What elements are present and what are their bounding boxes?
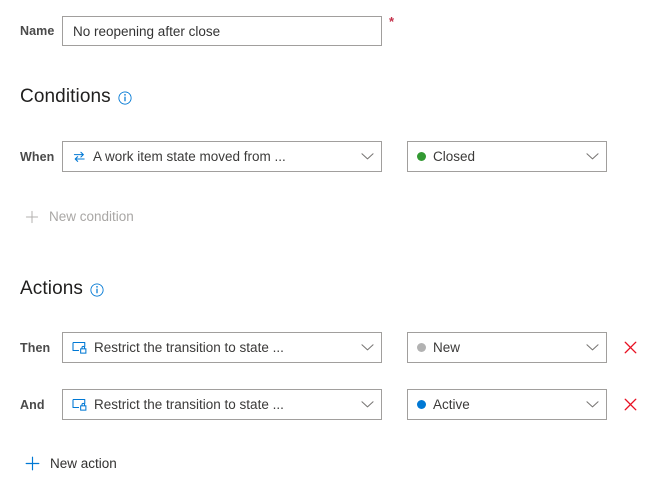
name-input[interactable]: No reopening after close [62, 16, 382, 46]
delete-action-button[interactable] [619, 394, 641, 416]
new-condition-button[interactable]: New condition [25, 209, 134, 224]
action-row-and: And Restrict the transition to state ...… [0, 389, 641, 420]
action-state-dropdown[interactable]: Active [407, 389, 607, 420]
conditions-heading: Conditions [20, 86, 132, 108]
condition-row-when: When A work item state moved from ... Cl… [0, 141, 607, 172]
action-state-value: Active [433, 397, 470, 412]
conditions-heading-label: Conditions [20, 86, 111, 107]
info-icon[interactable] [118, 91, 132, 105]
chevron-down-icon[interactable] [361, 400, 374, 409]
restrict-lock-icon [72, 398, 88, 412]
plus-icon [25, 210, 39, 224]
restrict-lock-icon [72, 341, 88, 355]
required-asterisk: * [389, 14, 395, 29]
plus-icon [25, 456, 40, 471]
action-state-dropdown[interactable]: New [407, 332, 607, 363]
chevron-down-icon[interactable] [361, 343, 374, 352]
action-rule-dropdown[interactable]: Restrict the transition to state ... [62, 332, 382, 363]
condition-rule-value: A work item state moved from ... [93, 149, 286, 164]
state-dot-active [417, 400, 426, 409]
condition-rule-dropdown[interactable]: A work item state moved from ... [62, 141, 382, 172]
name-label: Name [20, 24, 55, 38]
chevron-down-icon[interactable] [361, 152, 374, 161]
chevron-down-icon[interactable] [586, 152, 599, 161]
chevron-down-icon[interactable] [586, 343, 599, 352]
new-action-button[interactable]: New action [25, 456, 117, 471]
when-label: When [20, 149, 55, 164]
condition-state-value: Closed [433, 149, 476, 164]
transition-arrows-icon [72, 150, 87, 164]
then-label: Then [20, 340, 51, 355]
name-input-value: No reopening after close [73, 23, 221, 39]
action-rule-value: Restrict the transition to state ... [94, 340, 284, 355]
info-icon[interactable] [90, 283, 104, 297]
actions-heading: Actions [20, 278, 104, 300]
action-row-then: Then Restrict the transition to state ..… [0, 332, 641, 363]
new-condition-label: New condition [49, 209, 134, 224]
action-rule-dropdown[interactable]: Restrict the transition to state ... [62, 389, 382, 420]
state-dot-closed [417, 152, 426, 161]
and-label: And [20, 397, 45, 412]
state-dot-new [417, 343, 426, 352]
name-row: Name No reopening after close * [0, 14, 395, 46]
chevron-down-icon[interactable] [586, 400, 599, 409]
new-action-label: New action [50, 456, 117, 471]
delete-action-button[interactable] [619, 337, 641, 359]
condition-state-dropdown[interactable]: Closed [407, 141, 607, 172]
action-state-value: New [433, 340, 461, 355]
actions-heading-label: Actions [20, 278, 84, 299]
action-rule-value: Restrict the transition to state ... [94, 397, 284, 412]
